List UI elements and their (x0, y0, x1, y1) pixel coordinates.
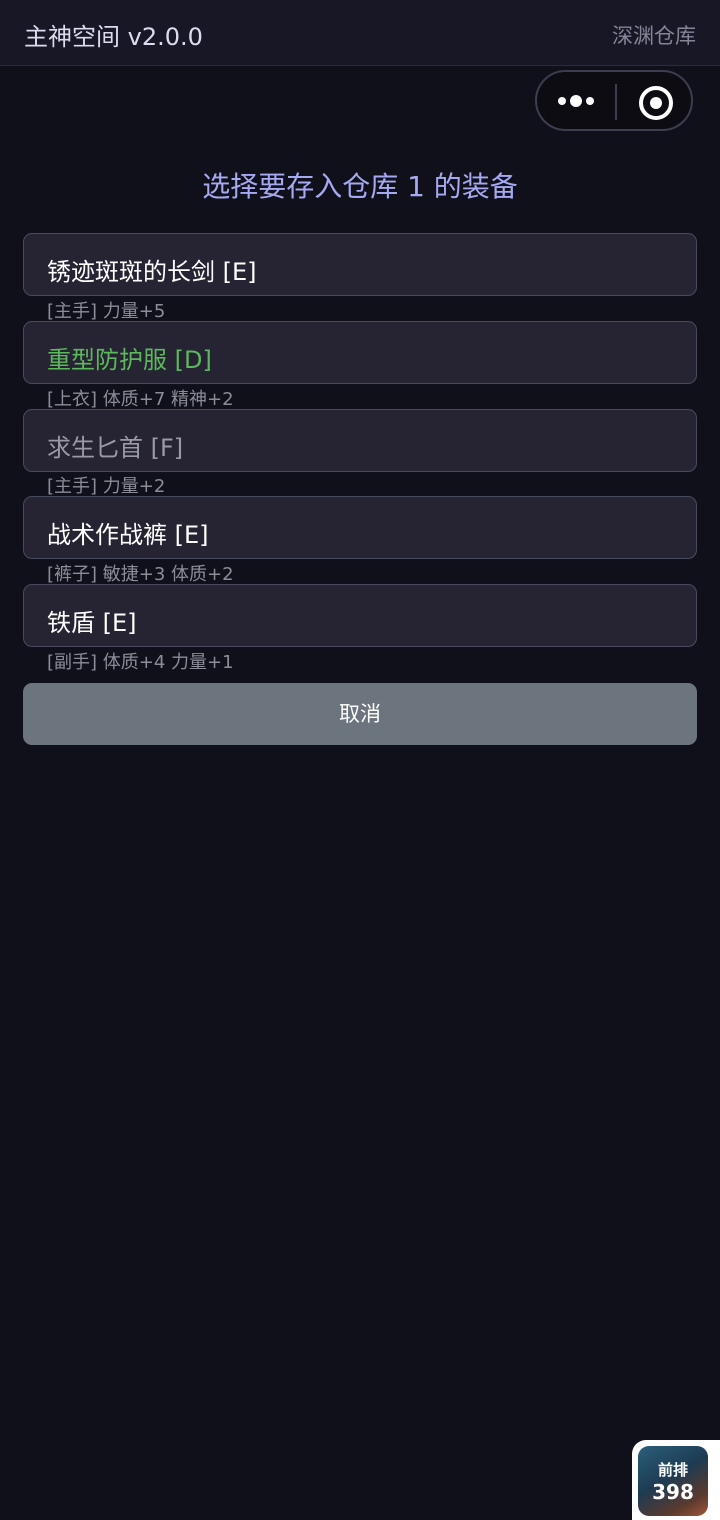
equipment-stats: [上衣] 体质+7 精神+2 (47, 389, 234, 410)
rank-badge-icon: 前排 398 (638, 1446, 708, 1516)
miniprogram-capsule (535, 70, 693, 131)
equipment-option-5[interactable]: 铁盾 [E] (23, 584, 697, 647)
equipment-name: 铁盾 [E] (47, 609, 137, 637)
equipment-stats: [主手] 力量+2 (47, 476, 166, 497)
target-circle-icon[interactable] (637, 84, 675, 122)
equipment-option-2[interactable]: 重型防护服 [D] (23, 321, 697, 384)
equipment-option-3[interactable]: 求生匕首 [F] (23, 409, 697, 472)
app-title: 主神空间 v2.0.0 (24, 23, 203, 51)
rank-label: 前排 (657, 1461, 688, 1479)
abyss-warehouse-link[interactable]: 深渊仓库 (612, 20, 696, 50)
rank-value: 398 (652, 1480, 694, 1504)
equipment-stats: [裤子] 敏捷+3 体质+2 (47, 564, 234, 585)
app-header: 主神空间 v2.0.0 深渊仓库 (0, 0, 720, 66)
equipment-option-4[interactable]: 战术作战裤 [E] (23, 496, 697, 559)
rank-float-widget[interactable]: 前排 398 (632, 1440, 720, 1520)
more-dots-icon[interactable] (551, 82, 601, 120)
equipment-name: 重型防护服 [D] (47, 346, 212, 374)
equipment-name: 求生匕首 [F] (47, 434, 184, 462)
page-title: 选择要存入仓库 1 的装备 (202, 170, 518, 203)
equipment-name: 锈迹斑斑的长剑 [E] (47, 258, 257, 286)
equipment-name: 战术作战裤 [E] (47, 521, 209, 549)
equipment-stats: [主手] 力量+5 (47, 301, 166, 322)
capsule-divider (615, 84, 617, 120)
equipment-option-1[interactable]: 锈迹斑斑的长剑 [E] (23, 233, 697, 296)
cancel-button[interactable]: 取消 (23, 683, 697, 745)
equipment-stats: [副手] 体质+4 力量+1 (47, 652, 234, 673)
